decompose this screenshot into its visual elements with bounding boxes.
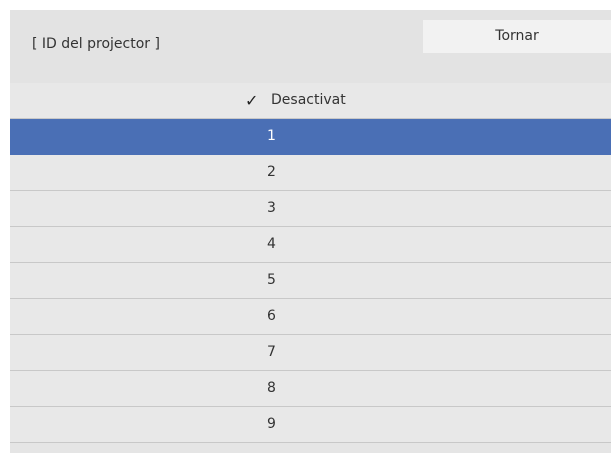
list-item-label: 7 [267, 344, 276, 360]
list-item-label: 1 [267, 128, 276, 144]
list-item-3[interactable]: 3 [10, 191, 611, 227]
projector-id-menu: [ ID del projector ] Tornar ✓ Desactivat… [10, 10, 611, 453]
menu-header: [ ID del projector ] Tornar [10, 10, 611, 83]
list-item-8[interactable]: 8 [10, 371, 611, 407]
option-list: ✓ Desactivat 1 2 3 4 5 6 7 8 9 [10, 83, 611, 453]
list-item-label: Desactivat [271, 92, 346, 108]
list-item-label: 4 [267, 236, 276, 252]
list-item-4[interactable]: 4 [10, 227, 611, 263]
list-item-5[interactable]: 5 [10, 263, 611, 299]
list-item-off[interactable]: ✓ Desactivat [10, 83, 611, 119]
list-item-label: 3 [267, 200, 276, 216]
list-item-2[interactable]: 2 [10, 155, 611, 191]
list-item-label: 5 [267, 272, 276, 288]
list-item-9[interactable]: 9 [10, 407, 611, 443]
list-item-label: 8 [267, 380, 276, 396]
list-item-6[interactable]: 6 [10, 299, 611, 335]
list-item-label: 6 [267, 308, 276, 324]
list-item-label: 9 [267, 416, 276, 432]
back-button[interactable]: Tornar [423, 20, 611, 53]
list-item-7[interactable]: 7 [10, 335, 611, 371]
page-title: [ ID del projector ] [32, 36, 160, 52]
list-item-1[interactable]: 1 [10, 119, 611, 155]
check-icon: ✓ [245, 91, 259, 110]
list-item-label: 2 [267, 164, 276, 180]
